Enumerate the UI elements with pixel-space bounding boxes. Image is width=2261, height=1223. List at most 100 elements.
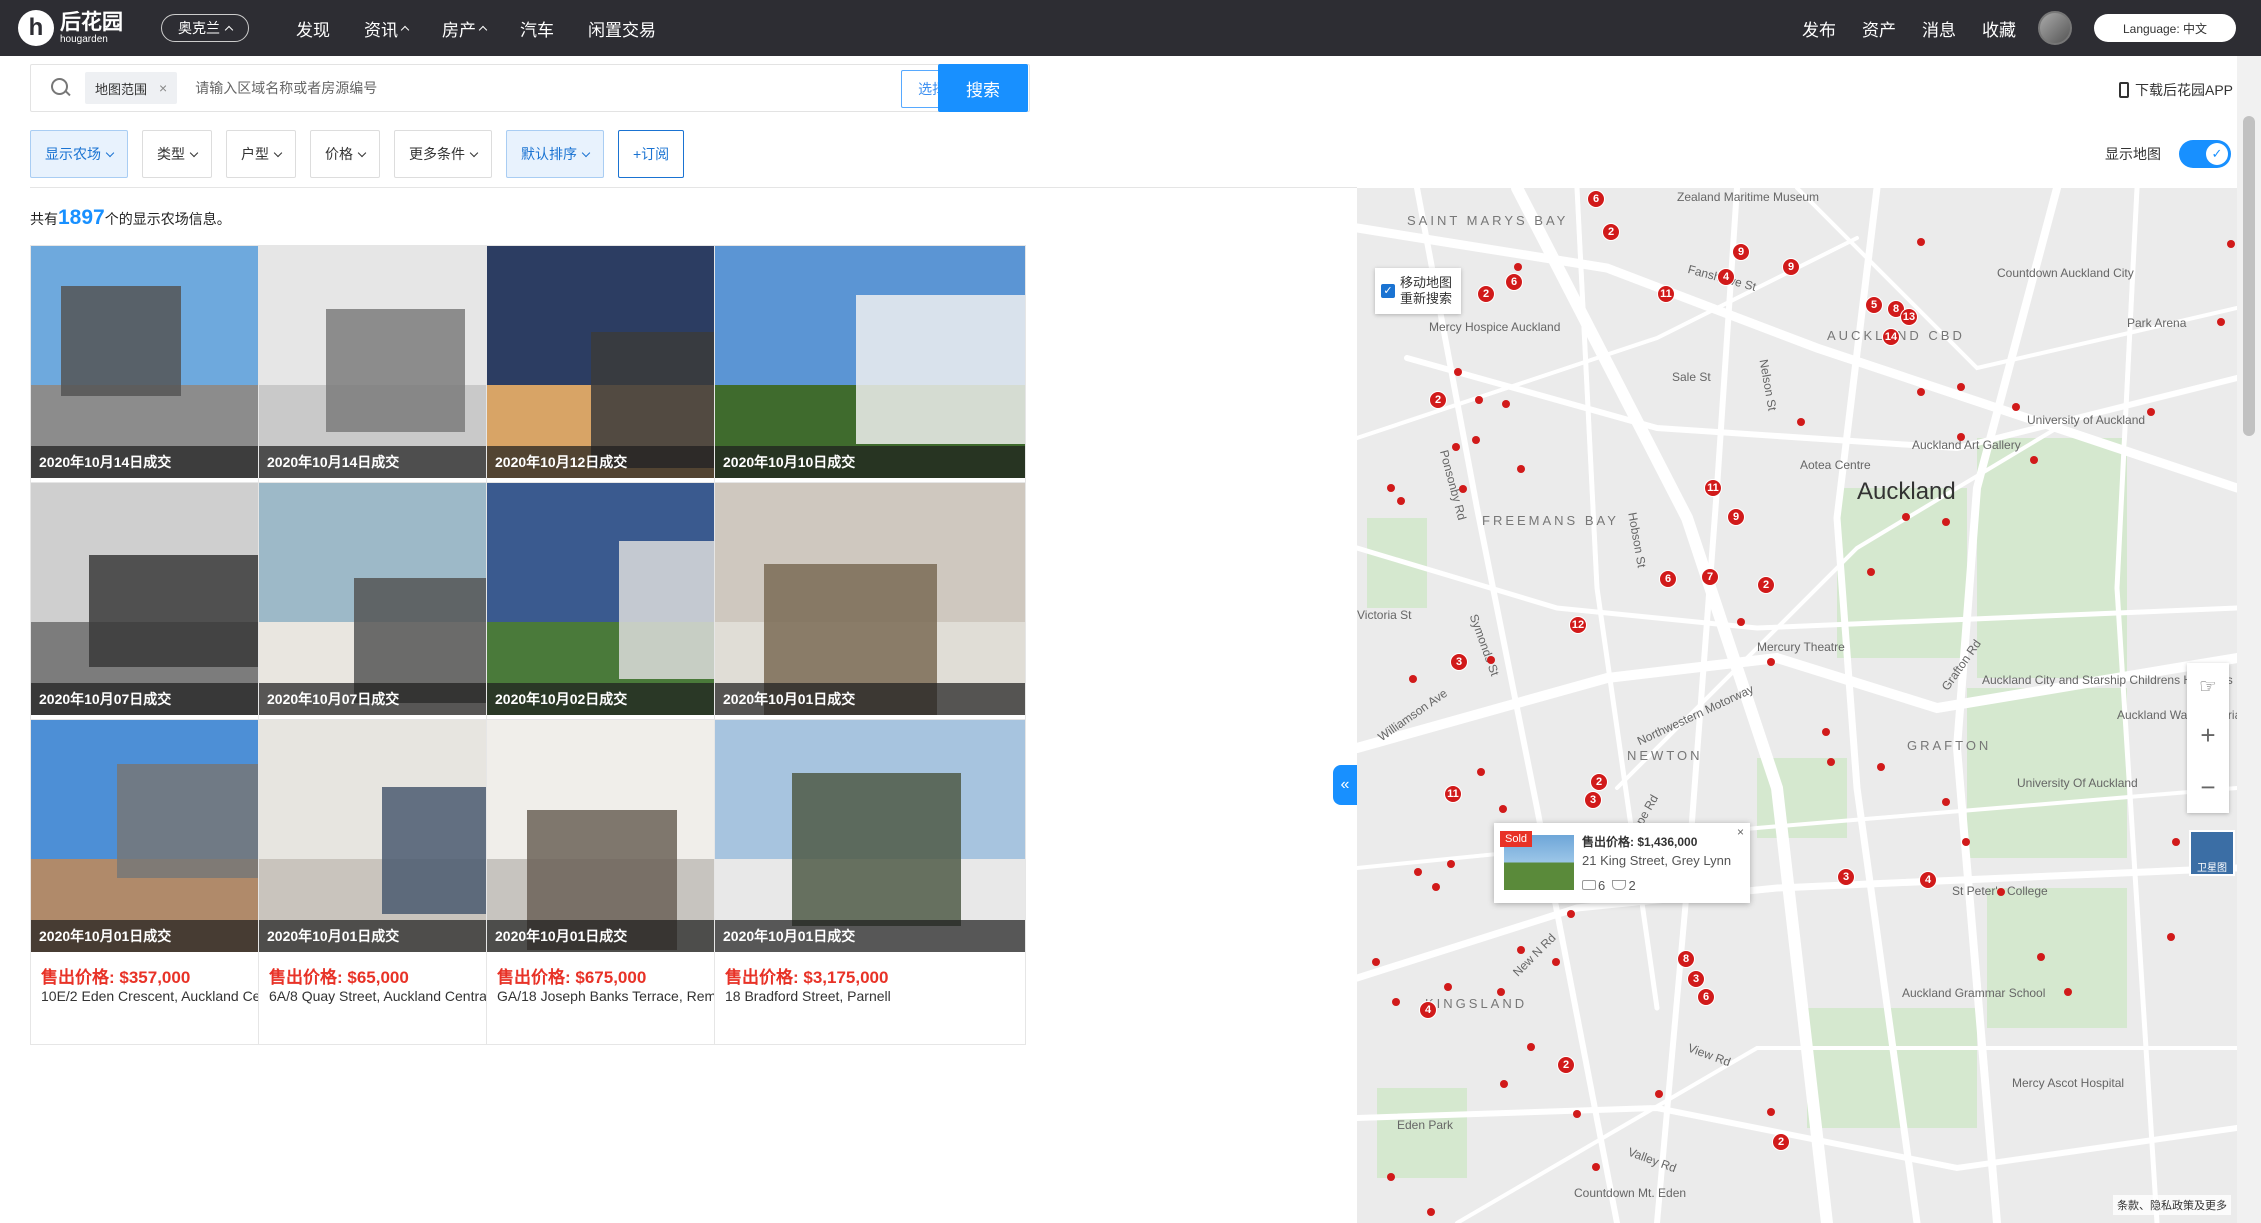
map-pin[interactable]: 14: [1882, 328, 1900, 346]
map-dot[interactable]: [1917, 238, 1925, 246]
map-pin[interactable]: 2: [1477, 285, 1495, 303]
map-dot[interactable]: [1500, 1080, 1508, 1088]
map-dot[interactable]: [1452, 443, 1460, 451]
listing-photo[interactable]: 2020年10月01日成交: [715, 483, 1025, 715]
map-pin[interactable]: 6: [1697, 988, 1715, 1006]
filter-type[interactable]: 类型: [142, 130, 212, 178]
map-pin[interactable]: 7: [1701, 568, 1719, 586]
map-dot[interactable]: [1527, 1043, 1535, 1051]
map-dot[interactable]: [1767, 1108, 1775, 1116]
map-dot[interactable]: [1499, 805, 1507, 813]
listing-card[interactable]: 2020年10月01日成交 售出价格: $3,175,000 18 Bradford…: [714, 719, 1026, 1045]
map-dot[interactable]: [2227, 240, 2235, 248]
map-pin[interactable]: 2: [1757, 576, 1775, 594]
map-dot[interactable]: [1822, 728, 1830, 736]
map-dot[interactable]: [2147, 408, 2155, 416]
map-dot[interactable]: [2030, 456, 2038, 464]
map-pin[interactable]: 4: [1419, 1001, 1437, 1019]
map-dot[interactable]: [1447, 860, 1455, 868]
map-dot[interactable]: [2064, 988, 2072, 996]
map-pin[interactable]: 3: [1584, 791, 1602, 809]
map-dot[interactable]: [1737, 618, 1745, 626]
map-pin[interactable]: 3: [1687, 970, 1705, 988]
map-dot[interactable]: [2167, 933, 2175, 941]
map-dot[interactable]: [1877, 763, 1885, 771]
map-pin[interactable]: 2: [1557, 1056, 1575, 1074]
map-dot[interactable]: [1957, 433, 1965, 441]
map-dot[interactable]: [1902, 513, 1910, 521]
nav-publish[interactable]: 发布: [1802, 16, 1836, 41]
map-dot[interactable]: [1552, 958, 1560, 966]
map-dot[interactable]: [1517, 465, 1525, 473]
map-dot[interactable]: [1387, 1173, 1395, 1181]
map-pin[interactable]: 12: [1569, 616, 1587, 634]
nav-news[interactable]: 资讯: [347, 16, 425, 41]
map-pin[interactable]: 6: [1659, 570, 1677, 588]
download-app-link[interactable]: 下载后花园APP: [2118, 80, 2233, 100]
map-dot[interactable]: [1409, 675, 1417, 683]
map-dot[interactable]: [1454, 368, 1462, 376]
map-dot[interactable]: [2217, 318, 2225, 326]
map-dot[interactable]: [1797, 418, 1805, 426]
map-dot[interactable]: [1477, 768, 1485, 776]
sort-default[interactable]: 默认排序: [506, 130, 604, 178]
map-dot[interactable]: [1997, 888, 2005, 896]
map-dot[interactable]: [1962, 838, 1970, 846]
map-dot[interactable]: [2012, 403, 2020, 411]
map-pin[interactable]: 8: [1677, 950, 1695, 968]
map-dot[interactable]: [1497, 988, 1505, 996]
listing-address[interactable]: 6A/8 Quay Street, Auckland Central: [269, 988, 490, 1004]
map-pin[interactable]: 6: [1587, 190, 1605, 208]
map-dot[interactable]: [1459, 485, 1467, 493]
map-pin[interactable]: 6: [1505, 273, 1523, 291]
close-icon[interactable]: ×: [159, 80, 167, 96]
map-dot[interactable]: [1475, 396, 1483, 404]
map-pin[interactable]: 9: [1782, 258, 1800, 276]
map-pin[interactable]: 2: [1590, 773, 1608, 791]
map-dot[interactable]: [1957, 383, 1965, 391]
redraw-on-move-checkbox[interactable]: ✓ 移动地图重新搜索: [1375, 268, 1461, 314]
subscribe-button[interactable]: +订阅: [618, 130, 685, 178]
search-button[interactable]: 搜索: [938, 64, 1028, 112]
map-dot[interactable]: [1432, 883, 1440, 891]
zoom-out-button[interactable]: −: [2200, 772, 2215, 803]
language-selector[interactable]: Language: 中文: [2094, 14, 2236, 42]
map-pin[interactable]: 11: [1704, 479, 1722, 497]
map-dot[interactable]: [1392, 998, 1400, 1006]
close-icon[interactable]: ×: [1737, 825, 1744, 839]
nav-favorites[interactable]: 收藏: [1982, 16, 2016, 41]
map-dot[interactable]: [1472, 436, 1480, 444]
map-terms[interactable]: 条款、隐私政策及更多: [2113, 1195, 2231, 1215]
map[interactable]: SAINT MARYS BAY Zealand Maritime Museum …: [1357, 188, 2237, 1223]
map-pin[interactable]: 5: [1865, 296, 1883, 314]
map-pin[interactable]: 9: [1732, 243, 1750, 261]
map-dot[interactable]: [1387, 484, 1395, 492]
filter-show-farm[interactable]: 显示农场: [30, 130, 128, 178]
map-pin[interactable]: 3: [1450, 653, 1468, 671]
listing-address[interactable]: 10E/2 Eden Crescent, Auckland Central: [41, 988, 288, 1004]
nav-property[interactable]: 房产: [425, 16, 503, 41]
map-dot[interactable]: [1573, 1110, 1581, 1118]
map-pin[interactable]: 4: [1919, 871, 1937, 889]
map-dot[interactable]: [1592, 1163, 1600, 1171]
scroll-thumb[interactable]: [2243, 116, 2255, 436]
map-dot[interactable]: [1655, 1090, 1663, 1098]
map-pin[interactable]: 2: [1772, 1133, 1790, 1151]
map-pin[interactable]: 2: [1602, 223, 1620, 241]
map-dot[interactable]: [2172, 838, 2180, 846]
map-dot[interactable]: [1372, 958, 1380, 966]
nav-messages[interactable]: 消息: [1922, 16, 1956, 41]
map-dot[interactable]: [1917, 388, 1925, 396]
nav-marketplace[interactable]: 闲置交易: [571, 16, 673, 41]
region-selector[interactable]: 奥克兰: [161, 14, 249, 42]
filter-layout[interactable]: 户型: [226, 130, 296, 178]
listing-address[interactable]: 18 Bradford Street, Parnell: [725, 988, 891, 1004]
map-range-tag[interactable]: 地图范围 ×: [85, 72, 178, 104]
map-pin[interactable]: 9: [1727, 508, 1745, 526]
nav-assets[interactable]: 资产: [1862, 16, 1896, 41]
map-dot[interactable]: [1517, 946, 1525, 954]
map-popup[interactable]: Sold 售出价格: $1,436,000 21 King Street, Gr…: [1494, 823, 1750, 903]
scrollbar[interactable]: [2237, 56, 2261, 1223]
map-dot[interactable]: [1427, 1208, 1435, 1216]
map-pin[interactable]: 11: [1444, 785, 1462, 803]
